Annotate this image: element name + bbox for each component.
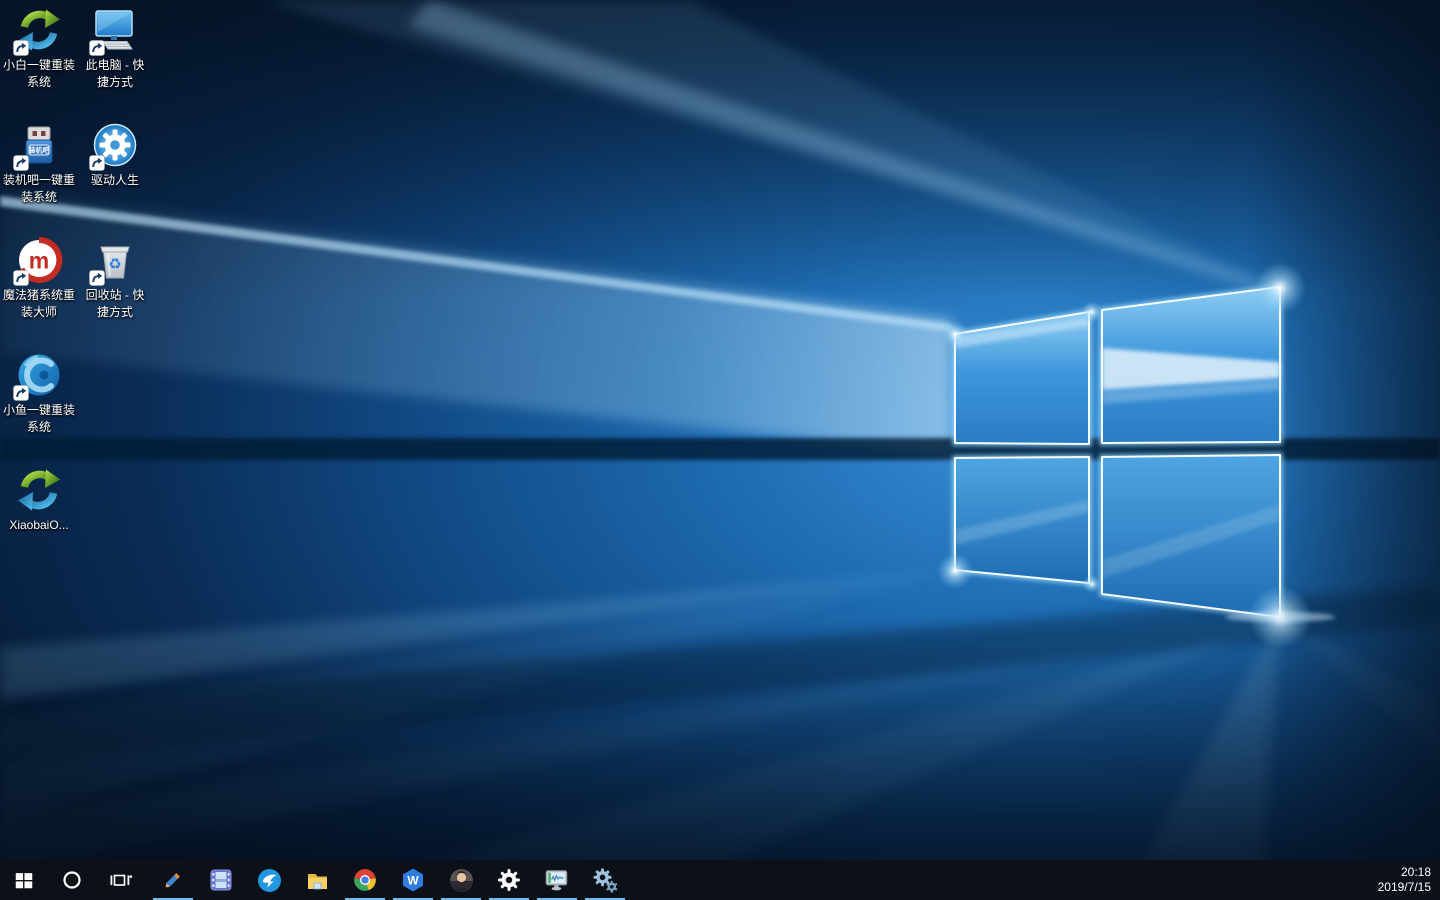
taskbar-clock[interactable]: 20:18 2019/7/15 (1378, 865, 1440, 895)
taskbar-gears-app[interactable] (581, 860, 629, 900)
search-button[interactable] (48, 860, 96, 900)
svg-text:♻: ♻ (108, 256, 121, 273)
start-button[interactable] (0, 860, 48, 900)
taskbar-dingtalk-app[interactable] (245, 860, 293, 900)
icon-label: 小鱼一键重装 系统 (2, 403, 75, 434)
task-view-button[interactable] (96, 860, 144, 900)
desktop-icon-this-pc[interactable]: 此电脑 - 快捷方式 (77, 4, 153, 91)
desktop-icon-xiaobai-reinstall[interactable]: 小白一键重装 系统 (1, 4, 77, 91)
shortcut-arrow-icon (89, 155, 105, 171)
cortana-circle-icon (63, 871, 81, 889)
film-strip-icon (210, 869, 232, 891)
icon-label: 回收站 - 快捷方式 (85, 288, 145, 319)
icon-label: 驱动人生 (90, 173, 139, 187)
performance-monitor-icon (545, 870, 568, 891)
taskbar: W 20:18 2019/7/15 (0, 860, 1440, 900)
shortcut-arrow-icon (13, 385, 29, 401)
svg-text:装机吧: 装机吧 (28, 146, 50, 155)
taskbar-monitor-app[interactable] (533, 860, 581, 900)
dingtalk-wing-icon (257, 868, 281, 892)
taskbar-settings[interactable] (485, 860, 533, 900)
desktop-icon-mofazhu[interactable]: m 魔法猪系统重 装大师 (1, 234, 77, 321)
taskbar-file-explorer[interactable] (293, 860, 341, 900)
win10-hero-wallpaper (0, 0, 1440, 900)
desktop-icon-driver-life[interactable]: 驱动人生 (77, 119, 153, 189)
chrome-icon (354, 869, 376, 891)
shortcut-arrow-icon (13, 270, 29, 286)
shortcut-arrow-icon (13, 155, 29, 171)
icon-label: 小白一键重装 系统 (2, 58, 75, 89)
svg-text:W: W (407, 874, 419, 888)
shortcut-arrow-icon (89, 40, 105, 56)
icon-label: XiaobaiO... (9, 518, 69, 532)
shortcut-arrow-icon (13, 40, 29, 56)
clock-time: 20:18 (1400, 865, 1431, 879)
task-view-icon (110, 874, 132, 886)
icon-label: 装机吧一键重 装系统 (2, 173, 75, 204)
clock-date: 2019/7/15 (1377, 880, 1431, 894)
wps-office-icon: W (403, 868, 423, 892)
taskbar-wps[interactable]: W (389, 860, 437, 900)
taskbar-chrome[interactable] (341, 860, 389, 900)
icon-label: 魔法猪系统重 装大师 (2, 288, 75, 319)
desktop-icon-xiaoyu[interactable]: 小鱼一键重装 系统 (1, 349, 77, 436)
taskbar-video-app[interactable] (197, 860, 245, 900)
taskbar-user-app[interactable] (437, 860, 485, 900)
desktop: 小白一键重装 系统 此电脑 - 快捷方式 装机吧 装机吧一键重 装系统 驱动人生… (0, 0, 1440, 900)
icon-label: 此电脑 - 快捷方式 (85, 58, 145, 89)
desktop-icon-recycle-bin[interactable]: ♻ 回收站 - 快捷方式 (77, 234, 153, 321)
desktop-icon-zhuangjiba[interactable]: 装机吧 装机吧一键重 装系统 (1, 119, 77, 206)
gear-icon (498, 869, 520, 891)
double-gears-icon (593, 868, 618, 893)
taskbar-pencil-app[interactable] (149, 860, 197, 900)
pencil-icon (165, 873, 180, 888)
windows-logo-icon (15, 873, 33, 889)
desktop-icon-xiaobai-online[interactable]: XiaobaiO... (1, 464, 77, 534)
svg-text:m: m (29, 248, 49, 274)
shortcut-arrow-icon (89, 270, 105, 286)
folder-icon (307, 873, 327, 889)
refresh-arrows-icon (18, 469, 60, 511)
user-avatar-icon (449, 868, 473, 892)
